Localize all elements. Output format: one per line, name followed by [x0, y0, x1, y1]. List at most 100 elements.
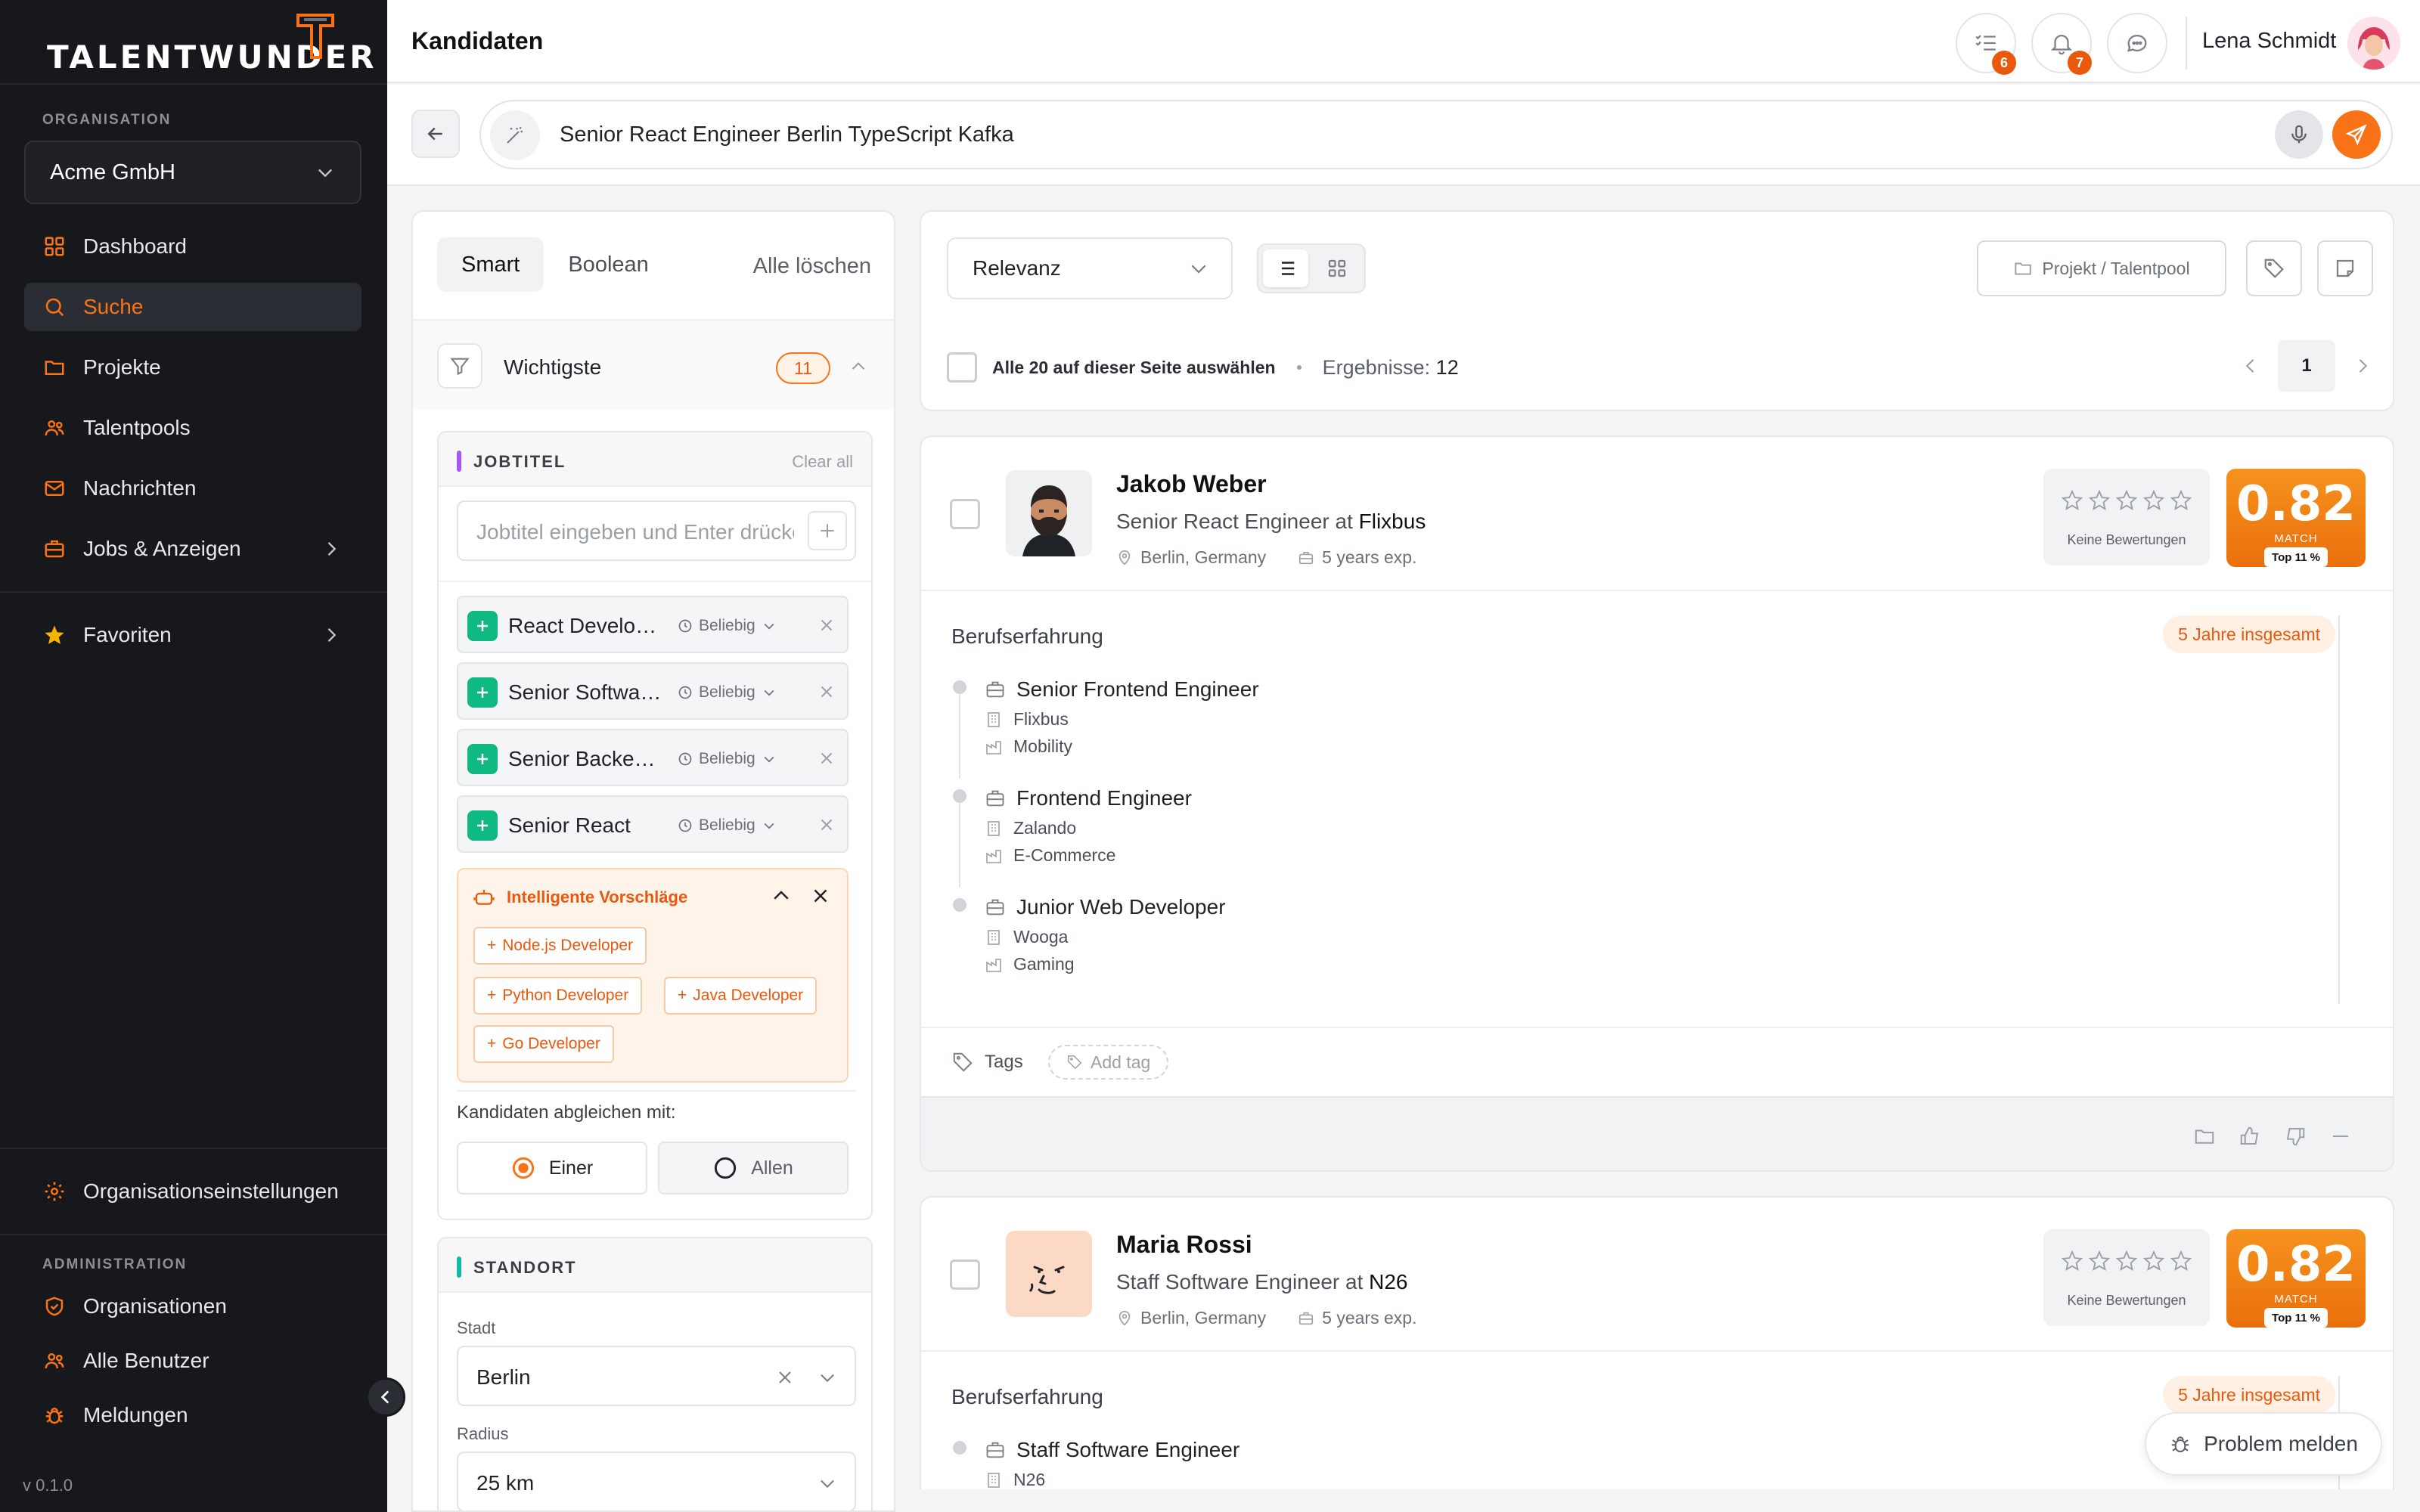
clear-jobtitles-button[interactable]: Clear all	[792, 452, 853, 472]
sidebar-item-dashboard[interactable]: Dashboard	[24, 222, 361, 271]
tab-boolean[interactable]: Boolean	[544, 237, 672, 292]
list-view-button[interactable]	[1263, 249, 1308, 287]
chevron-up-icon[interactable]	[849, 357, 868, 376]
rating-widget[interactable]: Keine Bewertungen	[2043, 1229, 2210, 1326]
send-search-button[interactable]	[2332, 110, 2381, 159]
sidebar-item-org-settings[interactable]: Organisationseinstellungen	[24, 1167, 361, 1216]
minus-icon[interactable]	[2329, 1125, 2352, 1148]
star-outline-icon[interactable]	[2169, 488, 2193, 513]
grid-view-button[interactable]	[1314, 249, 1360, 287]
user-avatar[interactable]	[2347, 17, 2400, 70]
rating-widget[interactable]: Keine Bewertungen	[2043, 469, 2210, 565]
clear-all-filters-button[interactable]: Alle löschen	[753, 254, 871, 279]
tag-button[interactable]	[2246, 240, 2302, 296]
timeframe-select[interactable]: Beliebig	[678, 816, 777, 835]
suggestion-chip[interactable]: + Python Developer	[473, 977, 643, 1015]
candidate-checkbox[interactable]	[950, 1259, 980, 1290]
sidebar-item-nachrichten[interactable]: Nachrichten	[24, 464, 361, 513]
org-select[interactable]: Acme GmbH	[24, 141, 361, 204]
magic-wand-icon[interactable]	[490, 110, 540, 160]
jobtitle-item[interactable]: Senior React Beliebig	[457, 795, 849, 853]
add-tag-button[interactable]: Add tag	[1048, 1045, 1169, 1080]
jobtitle-item[interactable]: Senior Backend Engineer Beliebig	[457, 729, 849, 786]
add-to-project-button[interactable]: Projekt / Talentpool	[1977, 240, 2226, 296]
user-name[interactable]: Lena Schmidt	[2202, 29, 2336, 54]
tab-smart[interactable]: Smart	[437, 237, 544, 292]
city-label: Stadt	[457, 1318, 496, 1337]
note-button[interactable]	[2317, 240, 2373, 296]
sidebar-item-organisationen[interactable]: Organisationen	[24, 1282, 361, 1331]
current-page[interactable]: 1	[2278, 340, 2335, 392]
candidate-name[interactable]: Jakob Weber	[1116, 470, 1267, 498]
remove-icon[interactable]	[817, 682, 836, 702]
remove-icon[interactable]	[817, 748, 836, 768]
jobtitle-item[interactable]: React Developer Beliebig	[457, 596, 849, 653]
star-outline-icon[interactable]	[2114, 488, 2139, 513]
suggestion-chip[interactable]: + Go Developer	[473, 1025, 614, 1063]
jobtitle-item[interactable]: Senior Software Engineer Beliebig	[457, 662, 849, 720]
include-plus-icon[interactable]	[467, 611, 498, 641]
star-outline-icon[interactable]	[2142, 1249, 2166, 1273]
add-jobtitle-button[interactable]	[808, 511, 847, 550]
remove-icon[interactable]	[817, 815, 836, 835]
sidebar-item-alle-benutzer[interactable]: Alle Benutzer	[24, 1337, 361, 1385]
star-outline-icon[interactable]	[2087, 1249, 2111, 1273]
close-icon[interactable]	[809, 885, 832, 907]
star-outline-icon[interactable]	[2060, 1249, 2084, 1273]
candidate-checkbox[interactable]	[950, 499, 980, 529]
folder-icon[interactable]	[2193, 1125, 2216, 1148]
sidebar-item-favoriten[interactable]: Favoriten	[24, 611, 361, 659]
radius-select[interactable]: 25 km	[457, 1452, 856, 1510]
star-outline-icon[interactable]	[2114, 1249, 2139, 1273]
rating-stars[interactable]	[2060, 488, 2193, 513]
sidebar-item-meldungen[interactable]: Meldungen	[24, 1391, 361, 1439]
chevron-left-icon[interactable]	[2240, 355, 2261, 376]
jobtitle-input[interactable]: Jobtitel eingeben und Enter drücken	[457, 500, 856, 561]
remove-icon[interactable]	[817, 615, 836, 635]
chevron-down-icon	[764, 623, 774, 630]
timeframe-select[interactable]: Beliebig	[678, 617, 777, 635]
timeframe-select[interactable]: Beliebig	[678, 683, 777, 702]
sidebar-item-jobs[interactable]: Jobs & Anzeigen	[24, 525, 361, 573]
suggestion-chip[interactable]: + Java Developer	[664, 977, 818, 1015]
chevron-up-icon[interactable]	[770, 885, 793, 907]
candidate-name[interactable]: Maria Rossi	[1116, 1231, 1252, 1259]
city-select[interactable]: Berlin	[457, 1346, 856, 1406]
star-outline-icon[interactable]	[2142, 488, 2166, 513]
briefcase-icon	[986, 899, 1004, 916]
include-plus-icon[interactable]	[467, 810, 498, 841]
candidate-card[interactable]: Jakob Weber Senior React Engineer at Fli…	[920, 435, 2394, 1172]
sidebar-collapse-button[interactable]	[366, 1377, 405, 1417]
match-one-radio[interactable]: Einer	[457, 1142, 647, 1194]
select-all-checkbox[interactable]	[947, 352, 977, 383]
match-all-radio[interactable]: Allen	[658, 1142, 849, 1194]
voice-input-button[interactable]	[2275, 110, 2323, 159]
tasks-button[interactable]: 6	[1956, 13, 2016, 75]
view-toggle	[1257, 243, 1366, 293]
star-outline-icon[interactable]	[2060, 488, 2084, 513]
star-outline-icon[interactable]	[2169, 1249, 2193, 1273]
back-button[interactable]	[411, 110, 460, 158]
sidebar-item-talentpools[interactable]: Talentpools	[24, 404, 361, 452]
important-filters-header[interactable]: Wichtigste 11	[413, 321, 894, 410]
star-outline-icon[interactable]	[2087, 488, 2111, 513]
report-problem-button[interactable]: Problem melden	[2145, 1412, 2382, 1476]
chevron-left-icon	[380, 1390, 389, 1404]
search-input[interactable]: Senior React Engineer Berlin TypeScript …	[479, 100, 2393, 169]
chevron-right-icon[interactable]	[2352, 355, 2373, 376]
sort-select[interactable]: Relevanz	[947, 237, 1233, 299]
scroll-track[interactable]	[2338, 615, 2340, 1004]
include-plus-icon[interactable]	[467, 744, 498, 774]
clear-icon[interactable]	[774, 1367, 796, 1388]
timeframe-select[interactable]: Beliebig	[678, 750, 777, 768]
include-plus-icon[interactable]	[467, 677, 498, 708]
messages-button[interactable]	[2107, 13, 2167, 73]
thumbs-down-icon[interactable]	[2284, 1125, 2307, 1148]
brand-logo[interactable]: TALENTWUNDER	[47, 14, 377, 76]
sidebar-item-suche[interactable]: Suche	[24, 283, 361, 331]
suggestion-chip[interactable]: + Node.js Developer	[473, 927, 647, 965]
rating-stars[interactable]	[2060, 1249, 2193, 1273]
sidebar-item-projekte[interactable]: Projekte	[24, 343, 361, 392]
thumbs-up-icon[interactable]	[2238, 1125, 2261, 1148]
notifications-button[interactable]: 7	[2031, 13, 2092, 75]
